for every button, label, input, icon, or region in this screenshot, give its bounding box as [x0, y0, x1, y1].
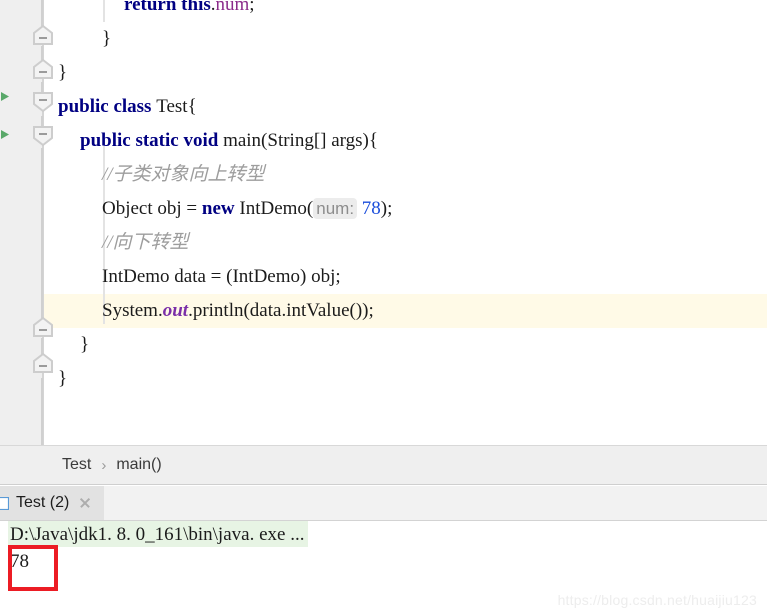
code-line-text: return this.num; — [124, 0, 255, 22]
code-token-kw: public static void — [80, 130, 224, 151]
code-line[interactable]: } — [0, 328, 767, 362]
code-token-plain: Test — [156, 96, 188, 117]
code-token-plain: .println(data.intValue()); — [188, 300, 374, 321]
output-highlight-box — [8, 545, 58, 591]
code-token-plain: ; — [249, 0, 255, 15]
code-line[interactable]: public static void main(String[] args){ — [0, 124, 767, 158]
code-token-plain: System. — [102, 300, 163, 321]
code-line-text: } — [102, 22, 111, 56]
code-line-text: public static void main(String[] args){ — [80, 124, 378, 158]
code-line-text: } — [80, 328, 89, 362]
code-line[interactable]: public class Test{ — [0, 90, 767, 124]
code-line[interactable]: } — [0, 362, 767, 396]
code-token-kw: return — [124, 0, 182, 15]
code-editor[interactable]: return this.num;}} public class Test{publ… — [0, 0, 767, 445]
code-line-text: public class Test{ — [58, 90, 197, 124]
code-line-text: //向下转型 — [102, 226, 189, 260]
code-line[interactable]: } — [0, 22, 767, 56]
ide-window: return this.num;}} public class Test{publ… — [0, 0, 767, 616]
code-token-plain: } — [102, 28, 112, 49]
code-token-kw: this — [181, 0, 211, 15]
code-token-plain: } — [58, 368, 68, 389]
code-token-hint: num: — [313, 198, 358, 219]
code-token-cmt: //向下转型 — [102, 232, 189, 253]
watermark: https://blog.csdn.net/huaijiu123 — [557, 592, 757, 608]
code-line-text: //子类对象向上转型 — [102, 158, 265, 192]
close-icon[interactable] — [78, 496, 92, 510]
code-token-plain: main(String[] args){ — [223, 130, 378, 151]
code-line[interactable]: //向下转型 — [0, 226, 767, 260]
code-line[interactable]: //子类对象向上转型 — [0, 158, 767, 192]
code-line[interactable]: IntDemo data = (IntDemo) obj; — [0, 260, 767, 294]
breadcrumb[interactable]: Test › main() — [0, 445, 767, 485]
code-token-field: num — [215, 0, 250, 15]
breadcrumb-item-class[interactable]: Test — [62, 456, 91, 474]
run-tab-strip[interactable]: Test (2) — [0, 486, 767, 521]
run-configuration-icon — [0, 496, 10, 510]
code-line[interactable]: System.out.println(data.intValue()); — [0, 294, 767, 328]
code-token-plain: IntDemo( — [239, 198, 314, 219]
code-line-text: } — [58, 56, 67, 90]
breadcrumb-item-method[interactable]: main() — [116, 456, 161, 474]
code-text-layer[interactable]: return this.num;}} public class Test{publ… — [0, 0, 767, 445]
code-line[interactable]: } — [0, 56, 767, 90]
run-tab-test[interactable]: Test (2) — [0, 486, 105, 520]
code-line-text: } — [58, 362, 67, 396]
code-token-plain: } — [80, 334, 90, 355]
code-token-cmt: //子类对象向上转型 — [102, 164, 265, 185]
code-token-kw: new — [201, 198, 240, 219]
code-token-plain: { — [187, 96, 197, 117]
code-token-num: 78 — [361, 198, 381, 219]
code-line-text: IntDemo data = (IntDemo) obj; — [102, 260, 341, 294]
code-line[interactable]: return this.num; — [0, 0, 767, 22]
code-token-plain: Object obj = — [102, 198, 202, 219]
code-token-plain: } — [58, 62, 68, 83]
run-tab-label: Test (2) — [16, 494, 70, 511]
code-line-text: System.out.println(data.intValue()); — [102, 294, 374, 328]
code-line[interactable]: Object obj = new IntDemo(num: 78); — [0, 192, 767, 226]
code-token-plain: IntDemo data = (IntDemo) obj; — [102, 266, 341, 287]
code-token-plain: ); — [380, 198, 393, 219]
code-token-stat: out — [162, 300, 189, 321]
code-line-text: Object obj = new IntDemo(num: 78); — [102, 192, 392, 226]
breadcrumb-separator-icon: › — [101, 456, 107, 474]
code-token-kw: public class — [58, 96, 157, 117]
